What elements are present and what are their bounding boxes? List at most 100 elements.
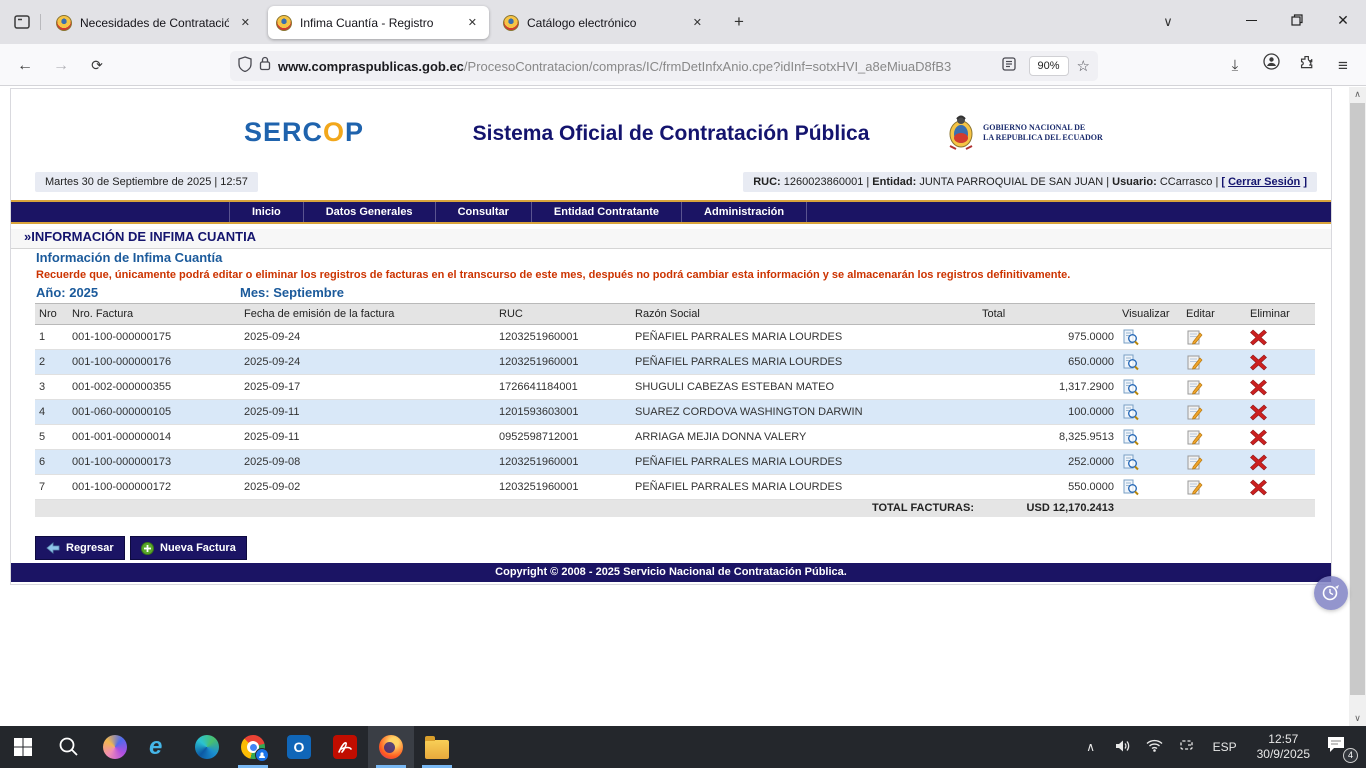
table-header-row: Nro Nro. Factura Fecha de emisión de la … [35,304,1315,325]
clock-date[interactable]: 12:57 30/9/2025 [1257,732,1310,762]
eliminar-icon[interactable] [1250,404,1267,421]
lock-icon[interactable] [259,56,271,76]
taskbar-copilot-button[interactable] [92,726,138,768]
tray-date: 30/9/2025 [1257,747,1310,762]
internet-explorer-icon: e [149,735,173,759]
visualizar-icon[interactable] [1122,429,1139,446]
cell-fecha: 2025-09-11 [240,425,495,450]
tab-necesidades[interactable]: Necesidades de Contratación y ✕ [48,6,262,39]
editar-icon[interactable] [1186,404,1203,421]
invoices-table: Nro Nro. Factura Fecha de emisión de la … [35,303,1315,517]
taskbar-acrobat-button[interactable] [322,726,368,768]
eliminar-icon[interactable] [1250,329,1267,346]
screen-time-widget[interactable] [1314,576,1348,610]
regresar-button[interactable]: Regresar [35,536,125,560]
tab-infima-cuantia[interactable]: Infima Cuantía - Registro ✕ [268,6,489,39]
url-bar[interactable]: www.compraspublicas.gob.ec/ProcesoContra… [230,51,1098,81]
tab-close-icon[interactable]: ✕ [464,14,481,31]
usuario-value: CCarrasco [1160,176,1213,188]
taskbar-firefox-button[interactable] [368,726,414,768]
date-time-box: Martes 30 de Septiembre de 2025 | 12:57 [35,172,258,192]
visualizar-icon[interactable] [1122,329,1139,346]
url-text[interactable]: www.compraspublicas.gob.ec/ProcesoContra… [278,59,1002,74]
reader-mode-icon[interactable] [1002,57,1016,76]
speaker-icon[interactable] [1112,739,1134,756]
account-icon[interactable] [1258,53,1284,79]
connect-display-icon[interactable] [1176,739,1198,755]
eliminar-icon[interactable] [1250,379,1267,396]
table-row: 7 001-100-000000172 2025-09-02 120325196… [35,475,1315,500]
tab-title: Infima Cuantía - Registro [300,16,456,30]
nav-item-administracion[interactable]: Administración [682,202,807,222]
zoom-level-indicator[interactable]: 90% [1029,56,1069,76]
ruc-label: RUC: [753,176,781,188]
visualizar-icon[interactable] [1122,379,1139,396]
window-minimize-button[interactable] [1228,0,1274,40]
taskbar-edge-button[interactable] [184,726,230,768]
tab-list-chevron-icon[interactable]: ∨ [1155,10,1181,36]
tab-close-icon[interactable]: ✕ [689,14,706,31]
visualizar-icon[interactable] [1122,404,1139,421]
reload-icon[interactable]: ⟳ [84,53,110,79]
nueva-factura-button[interactable]: Nueva Factura [130,536,247,560]
eliminar-icon[interactable] [1250,354,1267,371]
window-restore-button[interactable] [1274,0,1320,40]
section-heading: »INFORMACIÓN DE INFIMA CUANTIA [11,229,1331,249]
screen: Necesidades de Contratación y ✕ Infima C… [0,0,1366,768]
logout-link[interactable]: Cerrar Sesión [1228,176,1300,188]
copilot-icon [103,735,127,759]
total-facturas-value: USD 12,170.2413 [978,500,1118,517]
scroll-up-icon[interactable]: ∧ [1349,87,1366,102]
eliminar-icon[interactable] [1250,454,1267,471]
editar-icon[interactable] [1186,479,1203,496]
scroll-down-icon[interactable]: ∨ [1349,711,1366,726]
wifi-icon[interactable] [1144,739,1166,755]
visualizar-icon[interactable] [1122,479,1139,496]
new-tab-button[interactable]: + [726,10,752,36]
editar-icon[interactable] [1186,454,1203,471]
cell-razon: PEÑAFIEL PARRALES MARIA LOURDES [631,450,978,475]
url-domain: www.compraspublicas.gob.ec [278,59,464,74]
action-center-button[interactable]: 4 [1326,736,1352,758]
taskbar-ie-button[interactable]: e [138,726,184,768]
nav-item-consultar[interactable]: Consultar [436,202,532,222]
eliminar-icon[interactable] [1250,429,1267,446]
shield-icon[interactable] [238,56,252,77]
nav-item-datos-generales[interactable]: Datos Generales [304,202,436,222]
taskbar-explorer-button[interactable] [414,726,460,768]
window-close-button[interactable]: ✕ [1320,0,1366,40]
tab-overview-icon[interactable] [10,10,34,34]
downloads-icon[interactable]: ⤓ [1222,53,1248,79]
table-row: 4 001-060-000000105 2025-09-11 120159360… [35,400,1315,425]
eliminar-icon[interactable] [1250,479,1267,496]
nav-item-entidad-contratante[interactable]: Entidad Contratante [532,202,682,222]
firefox-icon [379,735,403,759]
taskbar-outlook-button[interactable]: O [276,726,322,768]
hamburger-menu-icon[interactable]: ≡ [1330,53,1356,79]
cell-factura: 001-100-000000173 [68,450,240,475]
gov-text-line1: GOBIERNO NACIONAL DE [983,123,1103,133]
tray-chevron-up-icon[interactable]: ∧ [1080,740,1102,754]
taskbar-chrome-button[interactable] [230,726,276,768]
language-indicator[interactable]: ESP [1213,740,1237,754]
editar-icon[interactable] [1186,379,1203,396]
scrollbar-thumb[interactable] [1350,103,1365,695]
visualizar-icon[interactable] [1122,354,1139,371]
tab-close-icon[interactable]: ✕ [237,14,254,31]
back-icon[interactable]: ← [12,53,38,79]
taskbar-search-button[interactable] [46,726,92,768]
cell-ruc: 1203251960001 [495,325,631,350]
visualizar-icon[interactable] [1122,454,1139,471]
editar-icon[interactable] [1186,354,1203,371]
editar-icon[interactable] [1186,329,1203,346]
extensions-puzzle-icon[interactable] [1294,53,1320,79]
nav-item-inicio[interactable]: Inicio [229,202,304,222]
page-scrollbar[interactable]: ∧ ∨ [1349,87,1366,726]
url-path: /ProcesoContratacion/compras/IC/frmDetIn… [464,59,951,74]
bookmark-star-icon[interactable]: ☆ [1077,57,1090,75]
tab-catalogo[interactable]: Catálogo electrónico ✕ [495,6,714,39]
editar-icon[interactable] [1186,429,1203,446]
cell-razon: PEÑAFIEL PARRALES MARIA LOURDES [631,350,978,375]
start-button[interactable] [0,726,46,768]
tray-time: 12:57 [1257,732,1310,747]
